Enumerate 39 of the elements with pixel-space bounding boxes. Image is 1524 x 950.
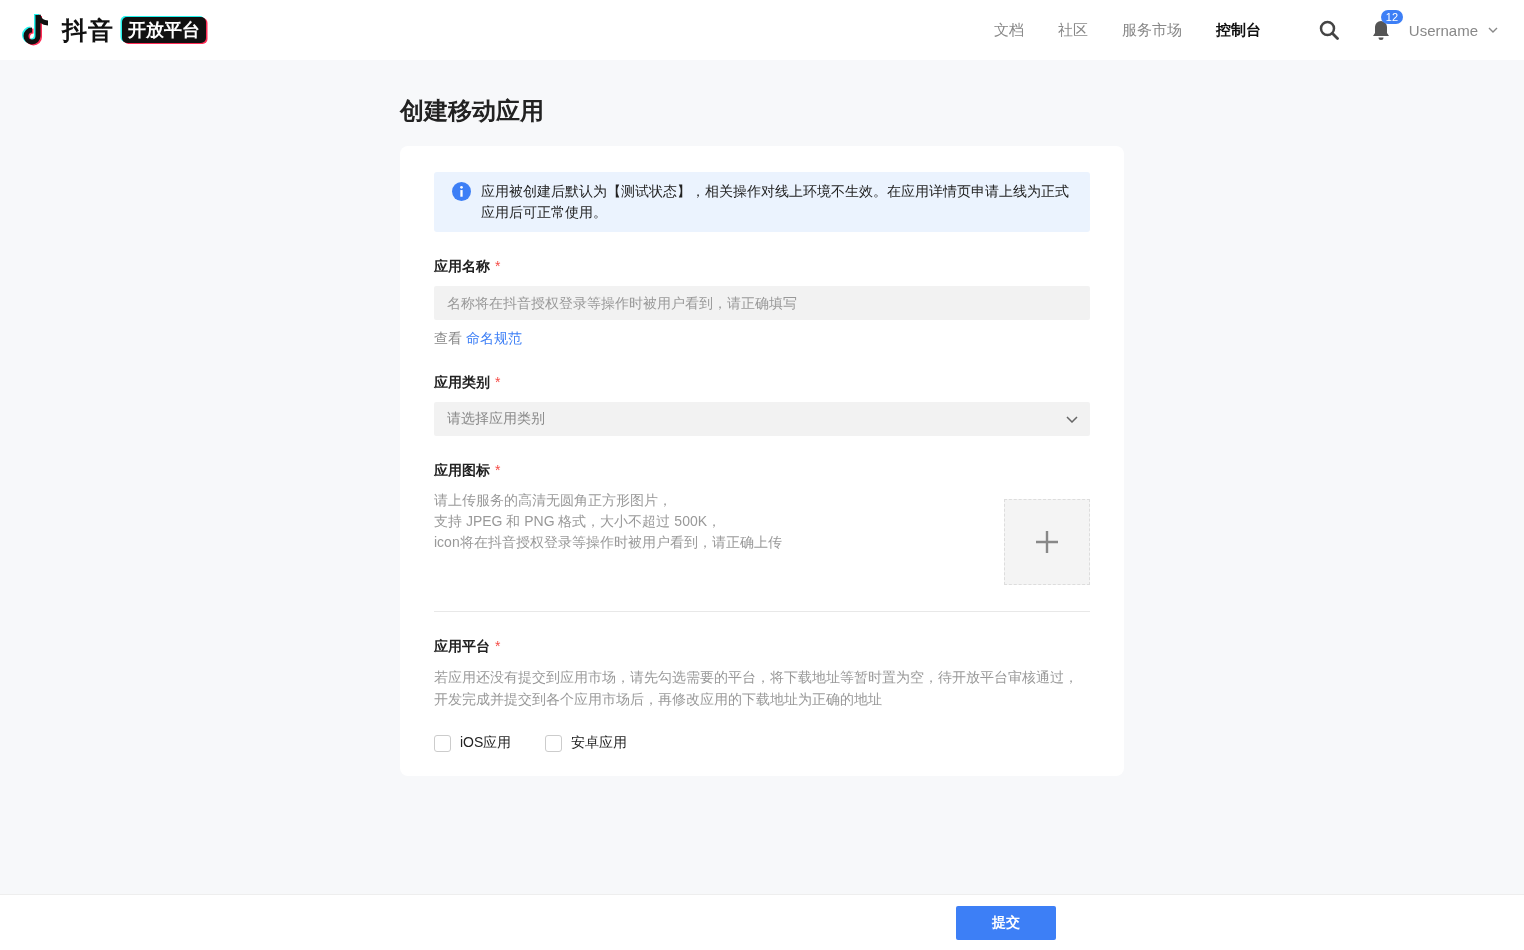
nav-link[interactable]: 控制台 <box>1215 20 1261 40</box>
hint-text: 支持 JPEG 和 PNG 格式，大小不超过 500K， <box>434 512 723 531</box>
required-mark: * <box>495 638 501 656</box>
hint-text: icon将在抖音授权登录等操作时被用户看到，请正确上传 <box>434 533 782 552</box>
required-mark: * <box>495 462 501 480</box>
hint-text: 若应用还没有提交到应用市场，请先勾选需要的平台，将下载地址等暂时置为空，待开放平台审核通过，开发完成并提交到各个应用市场后，再修改应用的下载地址为正确的地址 <box>434 668 1079 709</box>
logo-text: 抖音 <box>62 14 114 46</box>
field-label: 应用名称 <box>434 258 490 276</box>
chevron-down-icon <box>1488 27 1498 33</box>
nav-link[interactable]: 社区 <box>1057 20 1088 40</box>
input-field[interactable]: 名称将在抖音授权登录等操作时被用户看到，请正确填写 <box>434 286 1090 320</box>
nav-link[interactable]: 服务市场 <box>1121 20 1182 40</box>
field-label: 应用图标 <box>434 462 490 480</box>
nav-link[interactable]: 文档 <box>993 20 1024 40</box>
required-mark: * <box>495 374 501 392</box>
help-text: 查看 <box>434 330 462 346</box>
bell-icon[interactable] <box>1370 19 1391 41</box>
plus-icon <box>1036 531 1058 553</box>
chevron-down-icon <box>1066 415 1078 423</box>
checkbox-label: iOS应用 <box>460 734 512 752</box>
checkbox[interactable] <box>545 734 563 752</box>
naming-rules-link[interactable]: 命名规范 <box>465 330 522 346</box>
logo-badge: 开放平台 <box>122 17 206 43</box>
submit-button[interactable]: 提交 <box>956 905 1056 940</box>
field-label: 应用平台 <box>434 638 490 656</box>
field-label: 应用类别 <box>434 374 490 392</box>
hint-text: 请上传服务的高清无圆角正方形图片， <box>434 491 673 510</box>
select-placeholder: 请选择应用类别 <box>447 410 545 428</box>
search-icon[interactable] <box>1318 20 1339 40</box>
required-mark: * <box>495 258 501 276</box>
user-menu[interactable]: Username <box>1404 21 1502 39</box>
checkbox[interactable] <box>434 734 451 752</box>
upload-box[interactable] <box>1004 499 1090 585</box>
info-icon <box>452 182 471 201</box>
select-field[interactable]: 请选择应用类别 <box>434 402 1090 436</box>
alert-text: 应用被创建后默认为【测试状态】，相关操作对线上环境不生效。在应用详情页申请上线为正式应用后可正常使用。 <box>481 182 1070 222</box>
page-title: 创建移动应用 <box>400 96 545 126</box>
notification-badge: 12 <box>1380 10 1404 24</box>
checkbox-label: 安卓应用 <box>571 734 628 752</box>
